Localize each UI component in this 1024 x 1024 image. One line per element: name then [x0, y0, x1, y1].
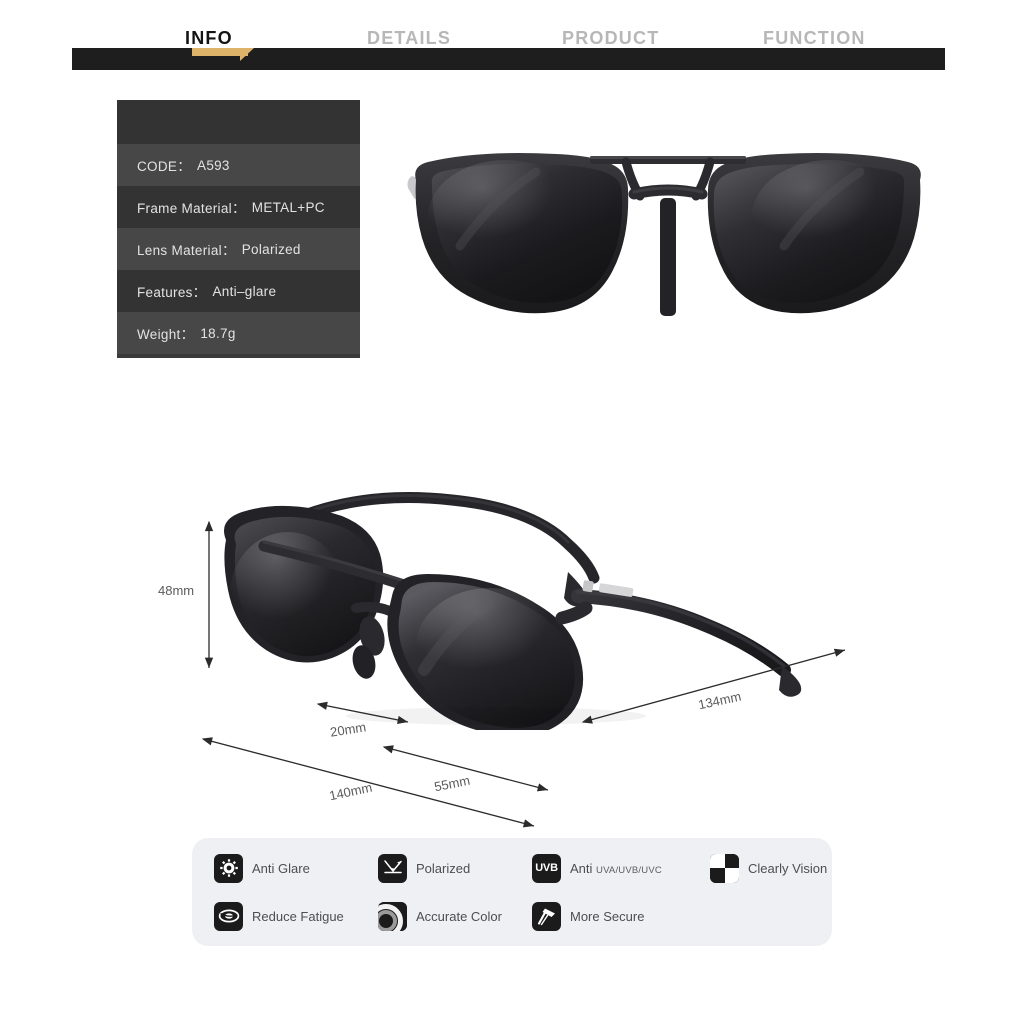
specification-table: CODE： A593 Frame Material： METAL+PC Lens…: [117, 100, 360, 358]
anti-glare-sun-icon: [214, 853, 243, 883]
checkerboard-shape: [710, 853, 739, 883]
feature-more-secure[interactable]: More Secure: [532, 892, 644, 940]
spec-label-weight: Weight：: [137, 327, 195, 342]
feature-label-clearly-vision: Clearly Vision: [748, 860, 828, 876]
spec-value-weight: 18.7g: [200, 325, 236, 341]
spec-row-weight: Weight： 18.7g: [117, 312, 360, 354]
feature-polarized[interactable]: Polarized: [378, 844, 470, 892]
uvb-icon-text: UVB: [535, 862, 558, 874]
spec-label-features: Features：: [137, 285, 207, 300]
feature-clearly-vision[interactable]: Clearly Vision: [710, 844, 827, 892]
checkerboard-icon: [710, 853, 739, 883]
feature-label-anti-uv: Anti UVA/UVB/UVC: [570, 861, 662, 876]
feature-anti-uv[interactable]: UVB Anti UVA/UVB/UVC: [532, 844, 662, 892]
product-detail-page: INFO DETAILS PRODUCT FUNCTION CODE： A593…: [0, 0, 1024, 1024]
product-image-angle-view: [196, 470, 856, 737]
polarized-rays-icon: [378, 853, 407, 883]
tab-bar: INFO DETAILS PRODUCT FUNCTION: [0, 0, 1024, 72]
uvb-badge-icon: UVB: [532, 853, 561, 883]
feature-row-1: Anti Glare Polarized UVB Anti UVA/UVB/UV…: [192, 844, 832, 892]
dimension-label-frame-width: 140mm: [327, 779, 374, 804]
feature-accurate-color[interactable]: Accurate Color: [378, 892, 502, 940]
feature-label-anti-uv-main: Anti: [570, 860, 593, 876]
feature-label-more-secure: More Secure: [570, 908, 645, 924]
feature-label-anti-uv-detail: UVA/UVB/UVC: [596, 864, 662, 876]
feature-label-polarized: Polarized: [416, 860, 471, 876]
spec-label-code: CODE：: [137, 159, 192, 174]
feature-anti-glare[interactable]: Anti Glare: [214, 844, 310, 892]
spec-row-frame-material: Frame Material： METAL+PC: [117, 186, 360, 228]
product-image-front-view: [398, 128, 938, 333]
spec-value-features: Anti–glare: [212, 283, 277, 299]
active-tab-underline-taper: [240, 48, 254, 61]
spec-row-code: CODE： A593: [117, 144, 360, 186]
dimension-label-lens-width: 55mm: [432, 772, 472, 795]
color-wheel-shape: [378, 901, 407, 931]
feature-label-reduce-fatigue: Reduce Fatigue: [252, 908, 344, 924]
dimension-label-lens-height: 48mm: [158, 583, 195, 598]
feature-row-2: Reduce Fatigue Accurate Color More Secur…: [192, 892, 832, 940]
spec-label-frame-material: Frame Material：: [137, 201, 246, 216]
tab-function[interactable]: FUNCTION: [763, 26, 866, 50]
spec-value-lens-material: Polarized: [241, 241, 301, 257]
spec-value-code: A593: [197, 157, 230, 173]
tab-info[interactable]: INFO: [185, 26, 233, 50]
eye-icon: [214, 901, 243, 931]
tab-details[interactable]: DETAILS: [367, 26, 451, 50]
tab-product[interactable]: PRODUCT: [562, 26, 659, 50]
spec-row-lens-material: Lens Material： Polarized: [117, 228, 360, 270]
feature-label-accurate-color: Accurate Color: [416, 908, 502, 924]
feature-reduce-fatigue[interactable]: Reduce Fatigue: [214, 892, 344, 940]
spec-row-features: Features： Anti–glare: [117, 270, 360, 312]
spec-label-lens-material: Lens Material：: [137, 243, 236, 258]
color-wheel-icon: [378, 901, 407, 931]
spec-table-header: [117, 100, 360, 144]
feature-badges-panel: Anti Glare Polarized UVB Anti UVA/UVB/UV…: [192, 838, 832, 946]
hammer-icon: [532, 901, 561, 931]
spec-value-frame-material: METAL+PC: [251, 199, 325, 215]
feature-label-anti-glare: Anti Glare: [252, 860, 310, 876]
